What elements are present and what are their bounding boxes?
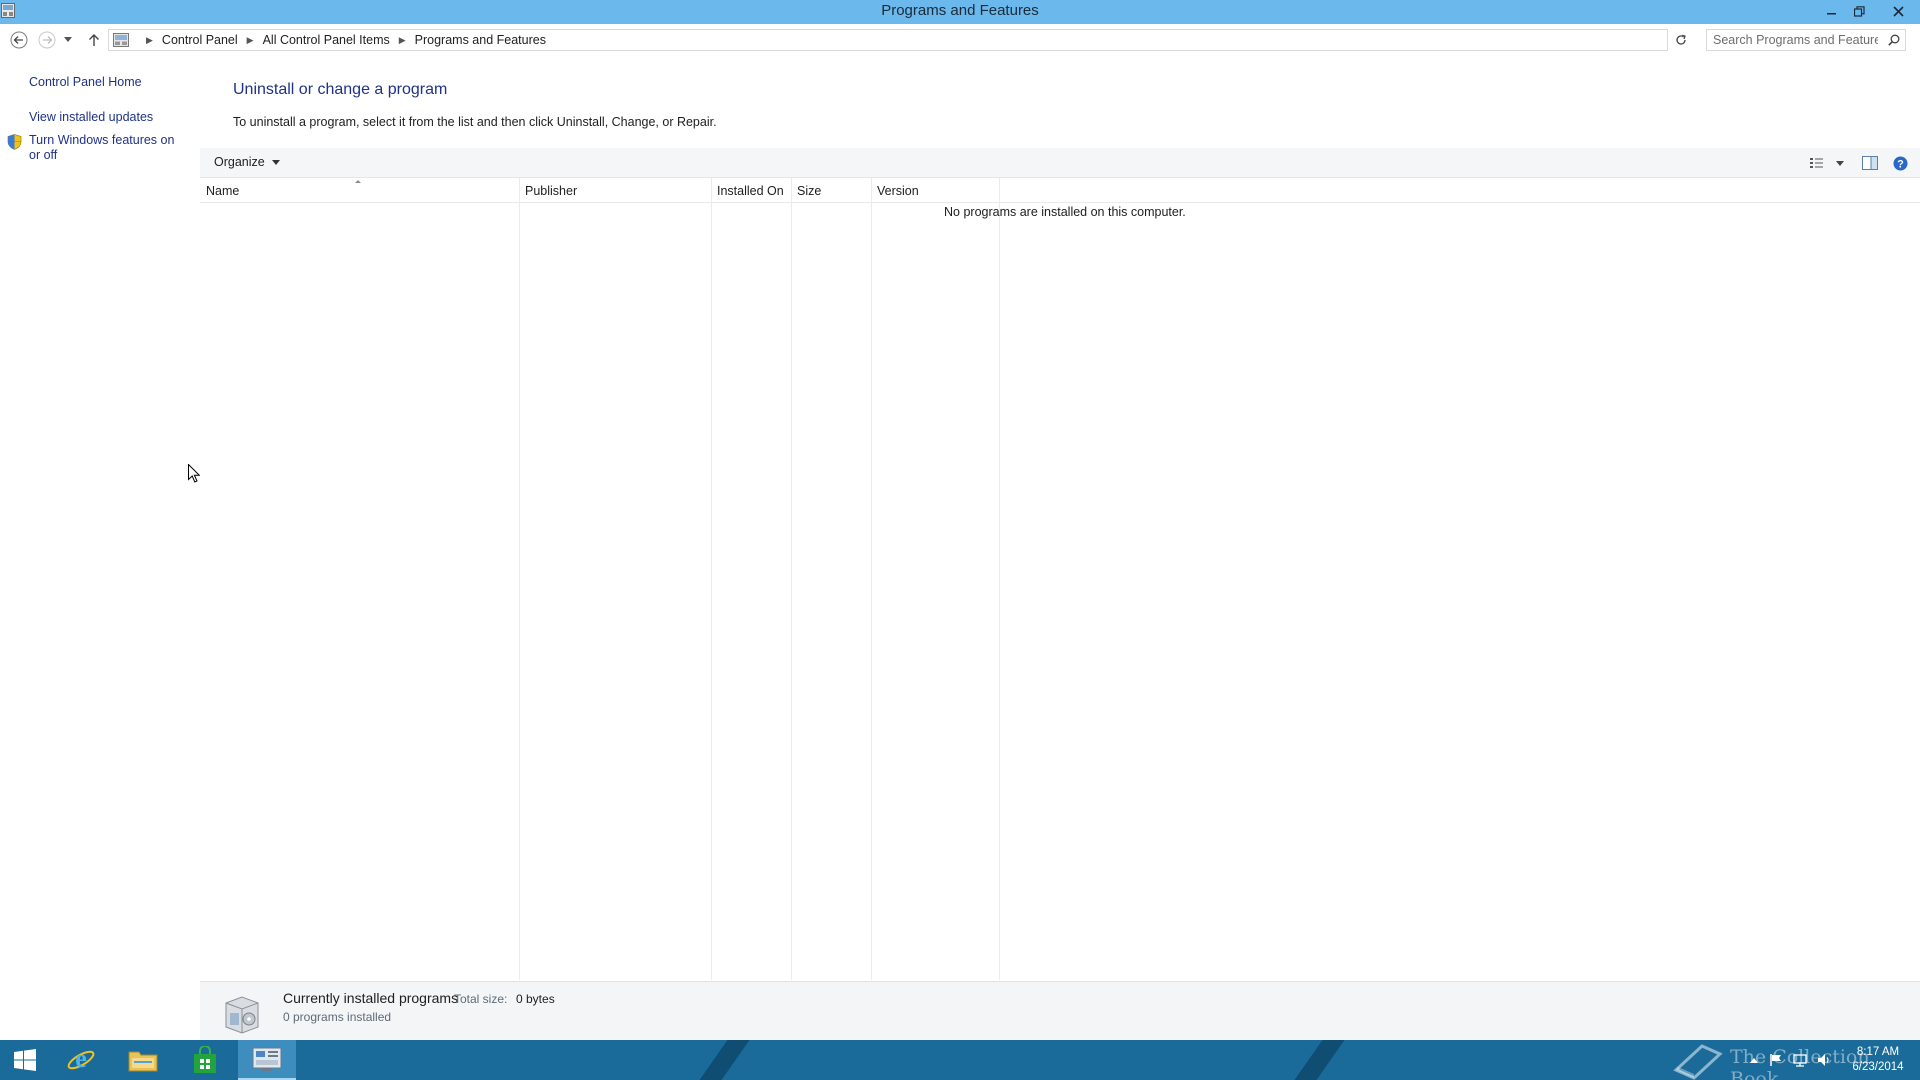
taskbar-store[interactable] [176, 1040, 234, 1080]
command-bar: Organize ? [200, 148, 1920, 178]
forward-button[interactable] [37, 30, 57, 50]
column-divider[interactable] [871, 178, 872, 980]
preview-pane-button[interactable] [1859, 154, 1881, 172]
title-bar[interactable]: Programs and Features [0, 0, 1920, 24]
breadcrumb-separator-icon[interactable]: ▶ [247, 35, 254, 46]
taskbar-file-explorer[interactable] [114, 1040, 172, 1080]
page-title: Uninstall or change a program [233, 81, 448, 98]
up-arrow-icon [89, 34, 99, 46]
control-panel-icon [113, 33, 129, 47]
chevron-down-icon [1836, 160, 1844, 166]
restore-button[interactable] [1845, 0, 1873, 22]
chevron-down-icon [64, 37, 72, 42]
refresh-button[interactable] [1670, 29, 1692, 51]
shield-icon [7, 134, 22, 150]
installed-programs-box-icon [225, 996, 259, 1034]
column-divider[interactable] [519, 178, 520, 980]
navigation-bar: ▶ Control Panel ▶ All Control Panel Item… [0, 24, 1920, 56]
network-tray-icon[interactable] [1792, 1052, 1808, 1068]
back-button[interactable] [9, 30, 29, 50]
total-size-value: 0 bytes [516, 992, 555, 1006]
search-box[interactable] [1706, 29, 1906, 51]
column-header-size[interactable]: Size [791, 178, 871, 203]
column-divider[interactable] [791, 178, 792, 980]
sort-ascending-icon [355, 180, 361, 183]
chevron-up-icon [1750, 1057, 1758, 1063]
programs-count: 0 programs installed [283, 1010, 392, 1024]
column-header-row: Name Publisher Installed On Size Version [200, 178, 1920, 203]
taskbar-clock[interactable]: 8:17 AM 6/23/2014 [1845, 1045, 1911, 1075]
details-title: Currently installed programs [283, 990, 459, 1006]
svg-text:e: e [75, 1045, 87, 1073]
breadcrumb-separator-icon[interactable]: ▶ [399, 35, 406, 46]
wallpaper-stripe [685, 1040, 757, 1080]
close-button[interactable] [1879, 0, 1917, 22]
back-arrow-icon [10, 31, 28, 49]
breadcrumb-programs-and-features[interactable]: Programs and Features [415, 33, 546, 47]
chevron-down-icon [271, 159, 280, 165]
mouse-cursor-icon [188, 464, 200, 483]
speaker-icon [1818, 1054, 1829, 1066]
wallpaper-stripe [1280, 1040, 1352, 1080]
start-button[interactable] [0, 1040, 50, 1080]
refresh-icon [1676, 34, 1686, 45]
help-icon: ? [1893, 156, 1907, 170]
empty-list-message: No programs are installed on this comput… [944, 205, 1186, 219]
close-icon [1892, 5, 1904, 17]
address-box[interactable]: ▶ Control Panel ▶ All Control Panel Item… [108, 29, 1770, 51]
search-icon[interactable] [1888, 34, 1900, 46]
minimize-button[interactable] [1818, 0, 1846, 22]
details-pane: Currently installed programs Total size:… [200, 981, 1920, 1040]
ie-icon: e [67, 1045, 95, 1073]
breadcrumb-control-panel[interactable]: Control Panel [162, 33, 238, 47]
action-center-tray-icon[interactable] [1768, 1052, 1784, 1068]
organize-button[interactable]: Organize [214, 155, 280, 169]
taskbar: e The Collection Book 8:17 AM 6/23/2014 [0, 1040, 1920, 1080]
organize-label: Organize [214, 155, 265, 169]
network-icon [1793, 1054, 1807, 1067]
clock-date: 6/23/2014 [1852, 1061, 1904, 1073]
flag-icon [1770, 1054, 1781, 1066]
breadcrumb-separator-icon[interactable]: ▶ [146, 35, 153, 46]
page-description: To uninstall a program, select it from t… [233, 115, 717, 129]
control-panel-icon [252, 1047, 282, 1071]
volume-tray-icon[interactable] [1816, 1052, 1832, 1068]
forward-arrow-icon [38, 31, 56, 49]
restore-icon [1853, 5, 1865, 17]
column-divider[interactable] [711, 178, 712, 980]
preview-pane-icon [1862, 156, 1878, 170]
windows-logo-icon [14, 1049, 36, 1071]
window-title: Programs and Features [881, 2, 1039, 19]
folder-icon [128, 1051, 158, 1072]
breadcrumb: ▶ Control Panel ▶ All Control Panel Item… [137, 33, 546, 47]
help-button[interactable]: ? [1889, 154, 1911, 172]
column-divider[interactable] [999, 178, 1000, 980]
watermark-book-icon [1673, 1044, 1723, 1080]
clock-time: 8:17 AM [1856, 1046, 1900, 1058]
turn-windows-features-link[interactable]: Turn Windows features on or off [29, 133, 189, 163]
recent-locations-button[interactable] [62, 30, 74, 50]
show-hidden-icons-button[interactable] [1746, 1052, 1762, 1068]
taskbar-internet-explorer[interactable]: e [52, 1040, 110, 1080]
up-button[interactable] [84, 30, 104, 50]
control-panel-home-link[interactable]: Control Panel Home [29, 75, 142, 90]
left-task-pane: Control Panel Home View installed update… [0, 56, 200, 1040]
total-size-label: Total size: [454, 992, 508, 1006]
svg-text:?: ? [1897, 158, 1904, 170]
minimize-icon [1827, 13, 1836, 15]
column-header-version[interactable]: Version [871, 178, 999, 203]
store-icon [194, 1046, 216, 1073]
view-options-dropdown[interactable] [1833, 154, 1847, 172]
column-header-publisher[interactable]: Publisher [519, 178, 711, 203]
breadcrumb-all-control-panel-items[interactable]: All Control Panel Items [263, 33, 390, 47]
view-installed-updates-link[interactable]: View installed updates [29, 110, 153, 125]
column-header-installed-on[interactable]: Installed On [711, 178, 791, 203]
taskbar-control-panel[interactable] [238, 1040, 296, 1080]
details-view-icon [1810, 158, 1823, 168]
change-view-button[interactable] [1803, 154, 1833, 172]
search-input[interactable] [1713, 32, 1878, 48]
